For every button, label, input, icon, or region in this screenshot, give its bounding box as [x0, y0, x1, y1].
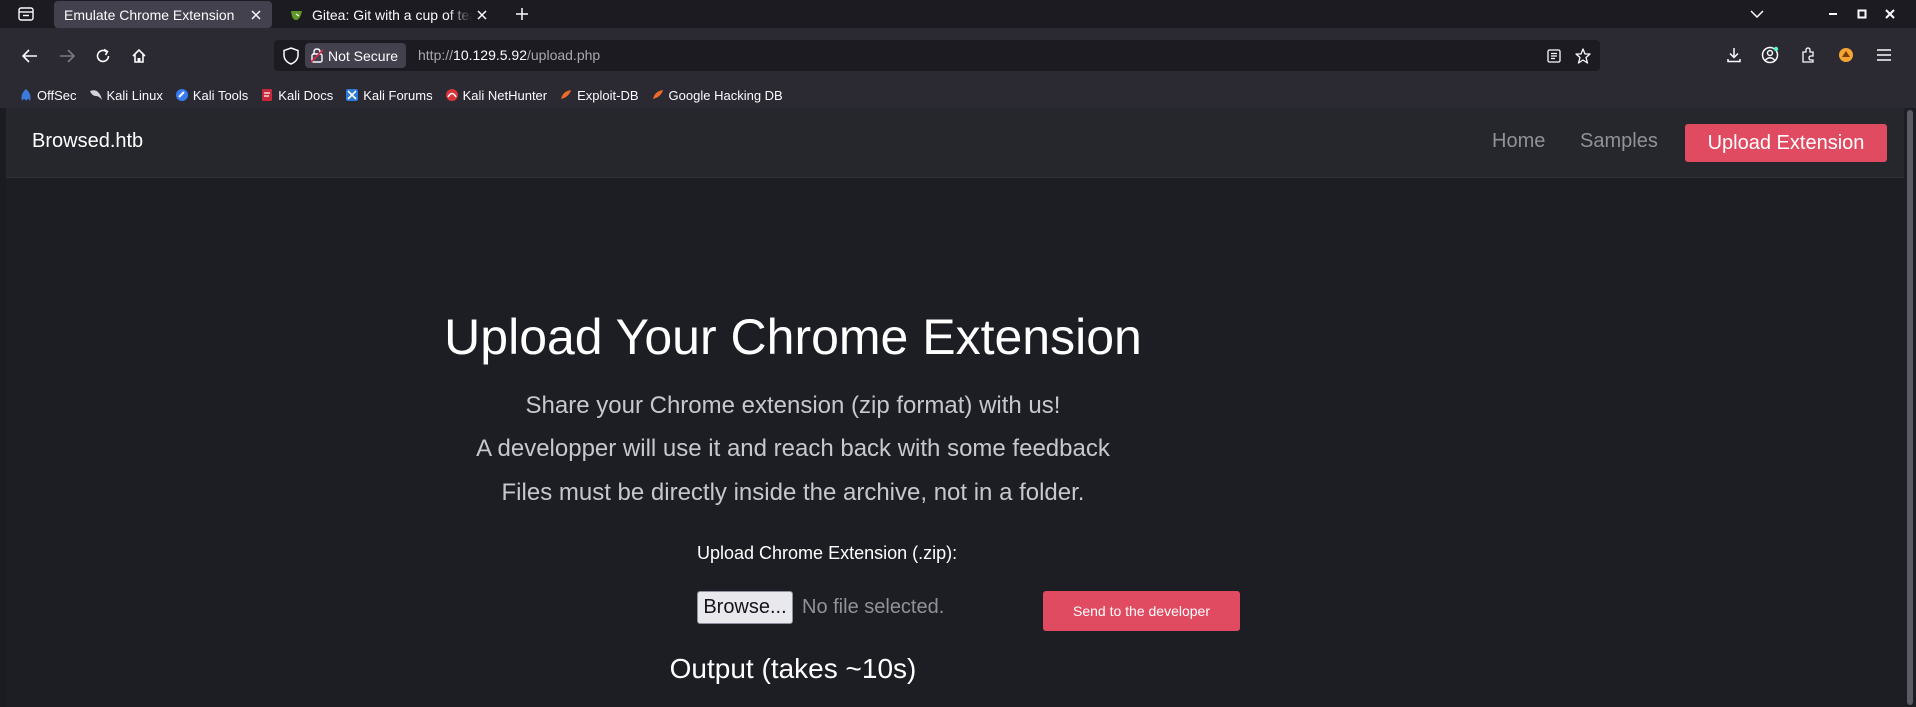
close-tab-icon[interactable] — [472, 5, 492, 25]
tab-title: Emulate Chrome Extension — [64, 6, 235, 23]
bookmark-label: Kali Forums — [363, 87, 433, 103]
chevron-down-icon[interactable] — [1747, 4, 1767, 24]
lead-line-2: A developper will use it and reach back … — [476, 435, 1110, 462]
reader-view-icon[interactable] — [1544, 46, 1564, 66]
file-status: No file selected. — [802, 596, 945, 618]
menu-icon[interactable] — [1872, 43, 1896, 67]
minimize-icon[interactable] — [1823, 4, 1843, 24]
kali-forums-icon — [346, 89, 359, 101]
bookmark-label: Kali Docs — [278, 87, 334, 103]
bookmark-kali-linux[interactable]: Kali Linux — [89, 88, 163, 103]
exploit-db-icon — [561, 90, 572, 99]
extensions-icon[interactable] — [1796, 43, 1820, 67]
tab-gitea[interactable]: Gitea: Git with a cup of tea — [280, 1, 498, 28]
broken-lock-icon — [311, 48, 323, 63]
gitea-icon — [291, 10, 302, 20]
tracking-shield-icon[interactable] — [282, 47, 300, 65]
kali-docs-icon — [262, 89, 273, 101]
bookmark-kali-tools[interactable]: Kali Tools — [175, 88, 248, 103]
bookmark-label: Exploit-DB — [577, 87, 639, 103]
site-brand[interactable]: Browsed.htb — [32, 130, 143, 153]
browse-file-button[interactable]: Browse... — [697, 591, 793, 624]
back-icon[interactable] — [17, 43, 43, 69]
bookmark-label: OffSec — [37, 87, 77, 103]
bookmark-kali-nethunter[interactable]: Kali NetHunter — [445, 87, 548, 103]
url-bar[interactable]: Not Secure http://10.129.5.92/upload.php — [274, 40, 1600, 71]
bookmark-label: Google Hacking DB — [668, 87, 783, 103]
url-scheme: http:// — [418, 47, 454, 63]
reload-icon[interactable] — [90, 43, 116, 69]
bookmark-kali-forums[interactable]: Kali Forums — [345, 87, 433, 103]
account-icon[interactable] — [1758, 43, 1782, 67]
list-all-tabs-icon[interactable] — [14, 3, 38, 25]
close-window-icon[interactable] — [1880, 4, 1900, 24]
bookmarks-toolbar: OffSec Kali Linux Kali Tools Kali Docs K… — [0, 82, 1916, 108]
bookmark-label: Kali Linux — [106, 87, 163, 103]
lead-line-1: Share your Chrome extension (zip format)… — [525, 392, 1061, 419]
url-text[interactable]: http://10.129.5.92/upload.php — [418, 47, 600, 63]
bookmark-kali-docs[interactable]: Kali Docs — [260, 88, 333, 103]
bookmark-star-icon[interactable] — [1573, 46, 1593, 66]
nethunter-icon — [445, 89, 458, 101]
tab-title: Gitea: Git with a cup of tea — [312, 6, 472, 23]
home-icon[interactable] — [126, 43, 152, 69]
tab-emulate-chrome-extension[interactable]: Emulate Chrome Extension — [54, 1, 272, 28]
upload-field-label: Upload Chrome Extension (.zip): — [697, 543, 958, 563]
send-to-developer-button[interactable]: Send to the developer — [1043, 591, 1240, 631]
page-viewport: Browsed.htb Home Samples Upload Extensio… — [6, 108, 1904, 707]
lead-line-3: Files must be directly inside the archiv… — [501, 479, 1085, 506]
scrollbar-thumb[interactable] — [1907, 110, 1913, 705]
site-navbar: Browsed.htb Home Samples Upload Extensio… — [6, 108, 1904, 178]
security-label: Not Secure — [328, 47, 399, 64]
bookmark-exploit-db[interactable]: Exploit-DB — [559, 87, 639, 103]
foxyproxy-icon[interactable] — [1834, 43, 1858, 67]
bookmark-label: Kali NetHunter — [462, 87, 548, 103]
url-host: 10.129.5.92 — [453, 47, 527, 63]
forward-icon[interactable] — [54, 43, 80, 69]
nav-link-samples[interactable]: Samples — [1580, 130, 1658, 153]
close-tab-icon[interactable] — [246, 5, 266, 25]
ghdb-icon — [652, 90, 663, 99]
url-path: /upload.php — [527, 47, 601, 63]
bookmark-offsec[interactable]: OffSec — [19, 88, 77, 103]
kali-tools-icon — [175, 89, 188, 101]
downloads-icon[interactable] — [1722, 43, 1746, 67]
output-heading: Output (takes ~10s) — [669, 653, 917, 684]
nav-link-home[interactable]: Home — [1492, 130, 1545, 153]
bookmark-label: Kali Tools — [192, 87, 249, 103]
offsec-icon — [21, 89, 31, 101]
not-secure-badge[interactable]: Not Secure — [305, 43, 407, 68]
bookmark-google-hacking-db[interactable]: Google Hacking DB — [651, 88, 783, 103]
navigation-toolbar: Not Secure http://10.129.5.92/upload.php — [0, 28, 1916, 82]
kali-dragon-icon — [89, 90, 102, 100]
new-tab-icon[interactable] — [511, 3, 533, 25]
page-title: Upload Your Chrome Extension — [444, 309, 1142, 365]
maximize-icon[interactable] — [1852, 4, 1872, 24]
upload-extension-button[interactable]: Upload Extension — [1685, 124, 1887, 162]
tab-strip: Emulate Chrome Extension Gitea: Git with… — [0, 0, 1916, 28]
